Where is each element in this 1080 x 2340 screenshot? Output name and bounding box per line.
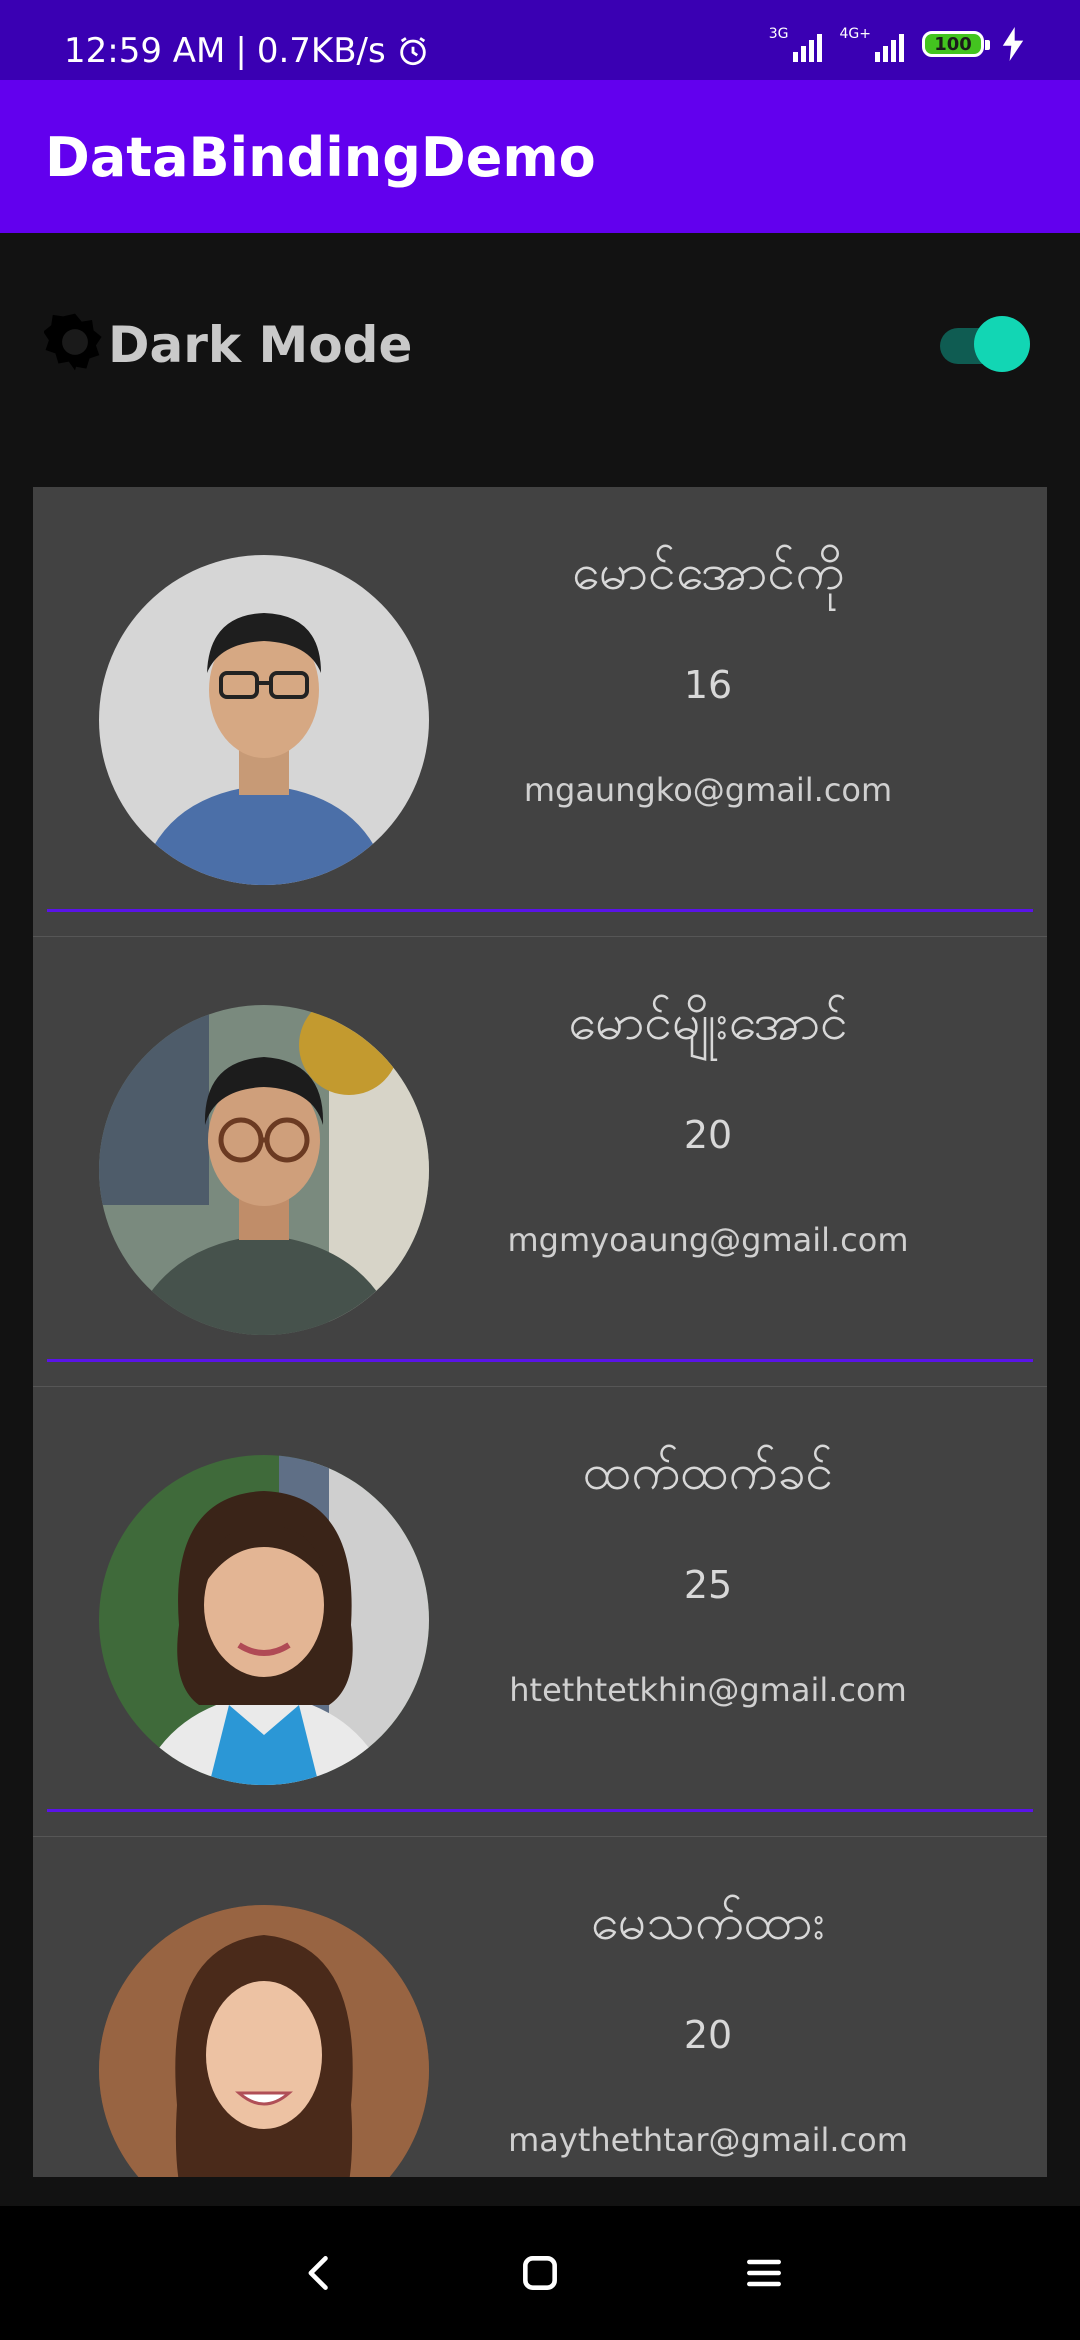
user-age: 20 — [683, 1113, 733, 1157]
status-left: 12:59 AM | 0.7KB/s — [64, 26, 430, 76]
avatar — [99, 1005, 429, 1335]
divider — [47, 1809, 1033, 1812]
dark-mode-switch[interactable] — [940, 314, 1030, 374]
user-age: 16 — [683, 663, 733, 707]
user-email: maythethtar@gmail.com — [508, 2121, 908, 2159]
user-email: mgmyoaung@gmail.com — [507, 1221, 909, 1259]
battery-icon: 100 — [922, 31, 990, 57]
avatar — [99, 555, 429, 885]
avatar — [99, 1905, 429, 2177]
avatar-image — [99, 1905, 429, 2177]
list-item[interactable]: ထက်ထက်ခင် 25 htethtetkhin@gmail.com — [33, 1387, 1047, 1837]
user-name: မေသက်ထား — [590, 1893, 826, 1951]
user-name: ထက်ထက်ခင် — [582, 1443, 834, 1501]
status-speed: 0.7KB/s — [256, 31, 386, 71]
back-icon[interactable] — [298, 2251, 342, 2295]
divider — [47, 909, 1033, 912]
user-email: mgaungko@gmail.com — [523, 771, 893, 809]
avatar-image — [99, 1455, 429, 1785]
navigation-bar — [0, 2206, 1080, 2340]
status-time: 12:59 AM — [64, 31, 226, 71]
switch-thumb — [974, 316, 1030, 372]
signal-icon: 3G — [769, 26, 822, 62]
dark-mode-label: Dark Mode — [108, 316, 413, 374]
user-list[interactable]: မောင်အောင်ကို 16 mgaungko@gmail.com မောင… — [33, 487, 1047, 2177]
brightness-icon — [44, 313, 102, 371]
list-item[interactable]: မောင်မျိုးအောင် 20 mgmyoaung@gmail.com — [33, 937, 1047, 1387]
status-right: 3G 4G+ 100 — [769, 26, 1024, 62]
home-icon[interactable] — [518, 2251, 562, 2295]
recents-icon[interactable] — [742, 2251, 786, 2295]
avatar-image — [99, 555, 429, 885]
signal-icon: 4G+ — [840, 26, 904, 62]
app-bar: DataBindingDemo — [0, 80, 1080, 233]
user-email: htethtetkhin@gmail.com — [509, 1671, 907, 1709]
charging-bolt-icon — [1002, 27, 1024, 61]
user-age: 20 — [683, 2013, 733, 2057]
app-title: DataBindingDemo — [45, 126, 596, 189]
divider — [47, 1359, 1033, 1362]
user-name: မောင်မျိုးအောင် — [568, 993, 848, 1051]
alarm-icon — [399, 37, 426, 66]
avatar — [99, 1455, 429, 1785]
user-age: 25 — [683, 1563, 733, 1607]
list-item[interactable]: မောင်အောင်ကို 16 mgaungko@gmail.com — [33, 487, 1047, 937]
list-item[interactable]: မေသက်ထား 20 maythethtar@gmail.com — [33, 1837, 1047, 2177]
dark-mode-row: Dark Mode — [44, 305, 1044, 385]
status-bar: 12:59 AM | 0.7KB/s 3G 4G+ 100 — [0, 0, 1080, 80]
user-name: မောင်အောင်ကို — [571, 543, 845, 601]
avatar-image — [99, 1005, 429, 1335]
